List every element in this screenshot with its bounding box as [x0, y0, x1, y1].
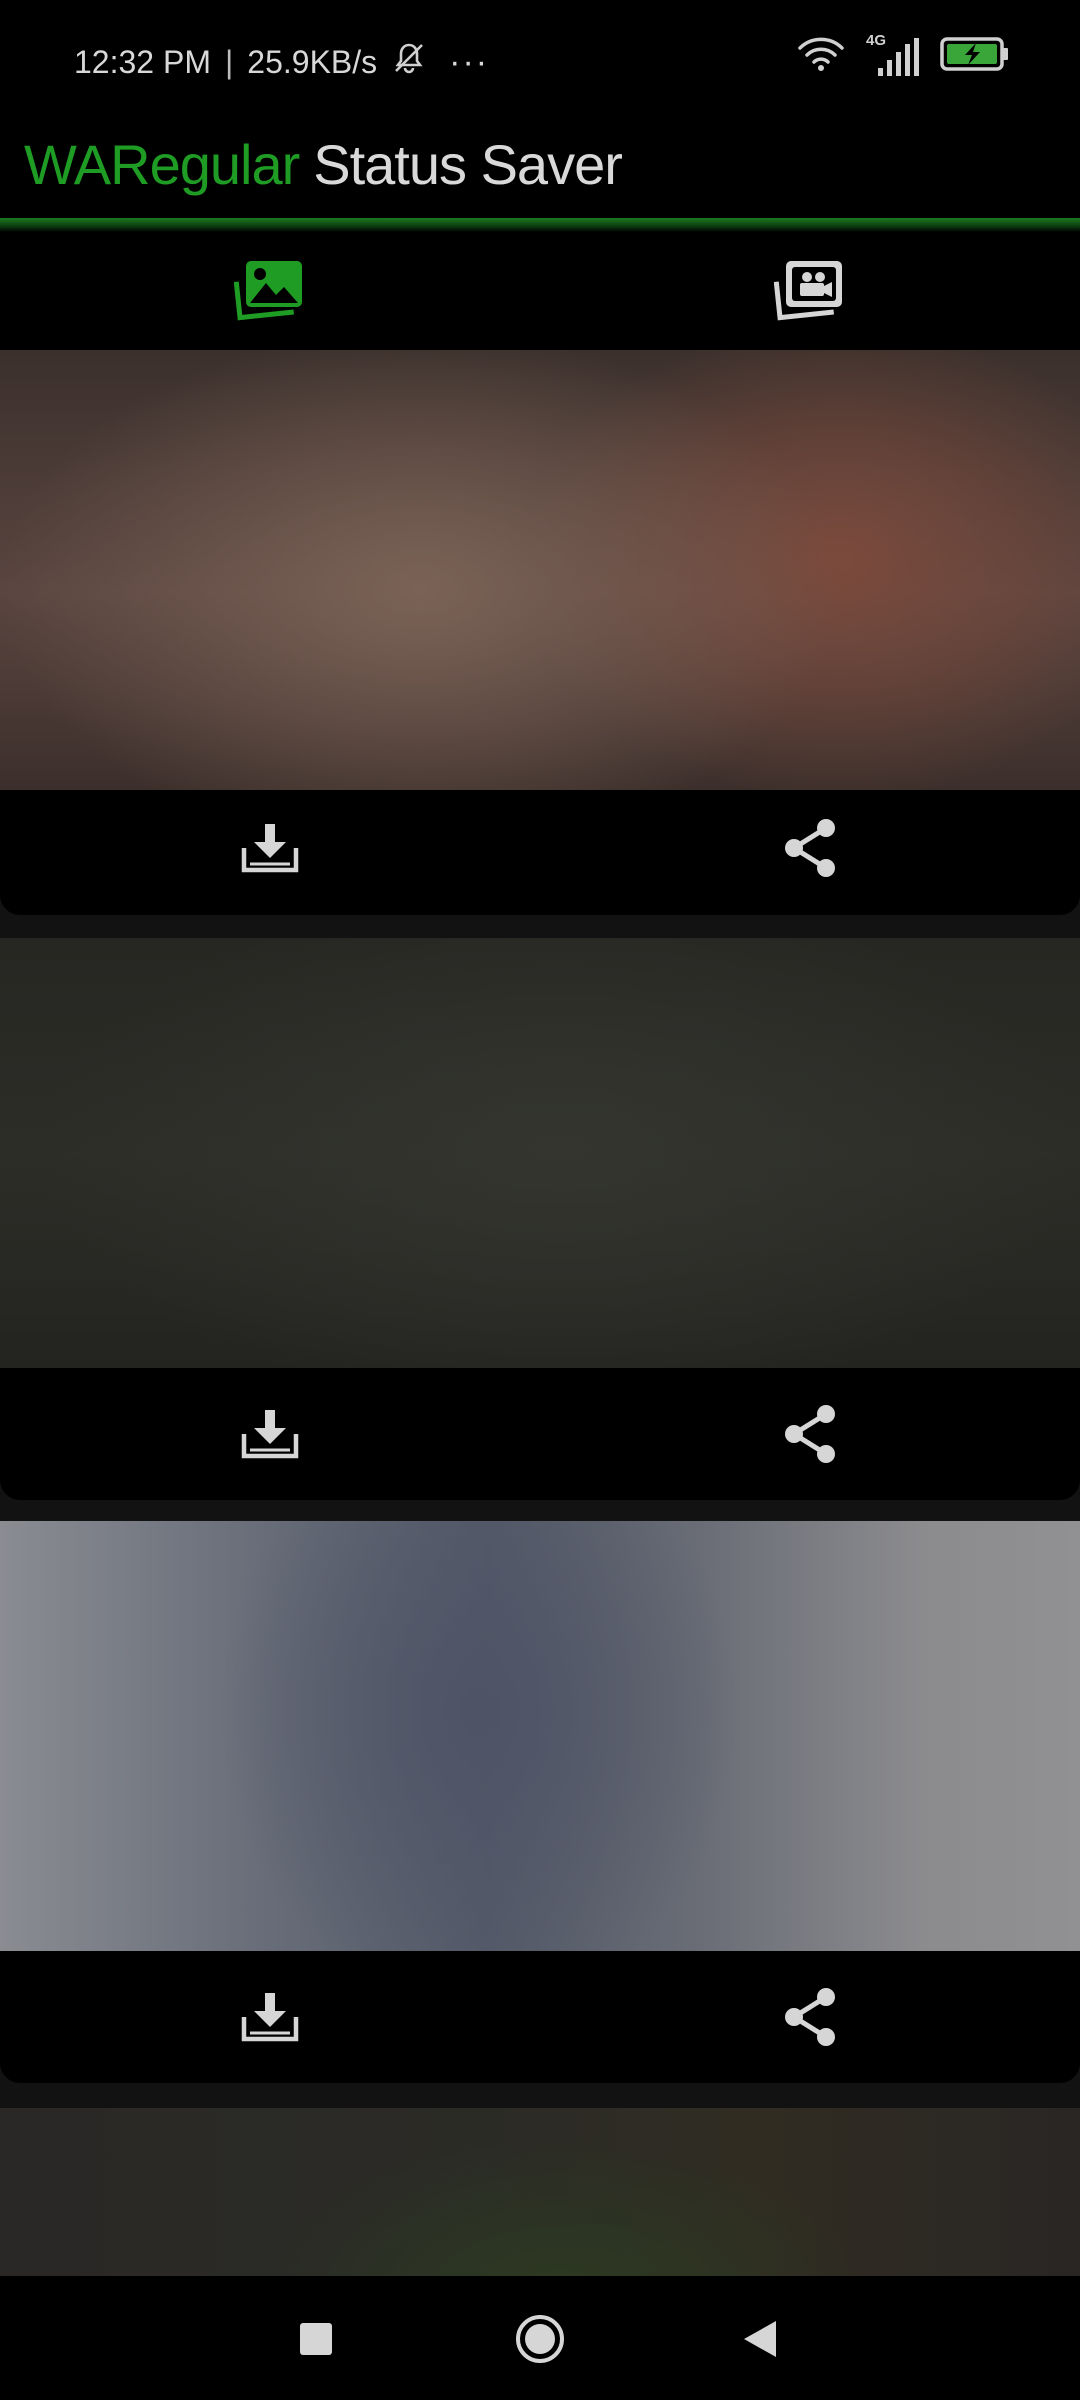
recents-button[interactable] [281, 2306, 351, 2376]
home-icon [514, 2313, 566, 2370]
download-button[interactable] [230, 1979, 310, 2059]
tab-videos[interactable] [540, 232, 1080, 350]
download-icon [240, 1991, 300, 2048]
card-actions [0, 1951, 1080, 2077]
app-title: WARegular Status Saver [24, 132, 623, 197]
share-button[interactable] [770, 810, 850, 890]
tab-photos[interactable] [0, 232, 540, 350]
wifi-icon [796, 34, 846, 79]
back-button[interactable] [725, 2306, 795, 2376]
status-separator: | [224, 43, 234, 80]
status-left: 12:32 PM | 25.9KB/s ··· [74, 40, 489, 84]
video-icon [773, 257, 846, 326]
status-image[interactable] [0, 2108, 1080, 2276]
app-bar-divider [0, 218, 1080, 232]
back-icon [740, 2318, 780, 2365]
status-card [0, 2108, 1080, 2276]
share-button[interactable] [770, 1396, 850, 1476]
status-image[interactable] [0, 350, 1080, 790]
battery-charging-icon [940, 36, 1010, 77]
recents-icon [298, 2321, 334, 2362]
card-actions [0, 1368, 1080, 1494]
photo-icon [233, 257, 306, 326]
network-speed: 25.9KB/s [247, 43, 378, 80]
share-button[interactable] [770, 1979, 850, 2059]
status-bar: 12:32 PM | 25.9KB/s ··· 4G [0, 0, 1080, 118]
signal-icon: 4G [862, 32, 924, 78]
status-image[interactable] [0, 1521, 1080, 1951]
card-actions [0, 790, 1080, 915]
app-title-rest: Status Saver [313, 133, 623, 196]
download-icon [240, 1408, 300, 1465]
status-card [0, 938, 1080, 1500]
download-icon [240, 822, 300, 879]
status-card [0, 1521, 1080, 2083]
bell-off-icon [391, 40, 427, 84]
app-bar: WARegular Status Saver [0, 118, 1080, 218]
more-dots: ··· [449, 42, 490, 81]
app-title-brand: WARegular [24, 133, 300, 196]
share-icon [782, 818, 838, 883]
home-button[interactable] [505, 2306, 575, 2376]
status-right: 4G [796, 32, 1010, 79]
tab-bar [0, 232, 1080, 350]
system-nav-bar [0, 2276, 1080, 2400]
download-button[interactable] [230, 1396, 310, 1476]
status-image[interactable] [0, 938, 1080, 1368]
download-button[interactable] [230, 810, 310, 890]
share-icon [782, 1987, 838, 2052]
status-time: 12:32 PM [74, 43, 211, 80]
share-icon [782, 1404, 838, 1469]
status-card [0, 350, 1080, 915]
